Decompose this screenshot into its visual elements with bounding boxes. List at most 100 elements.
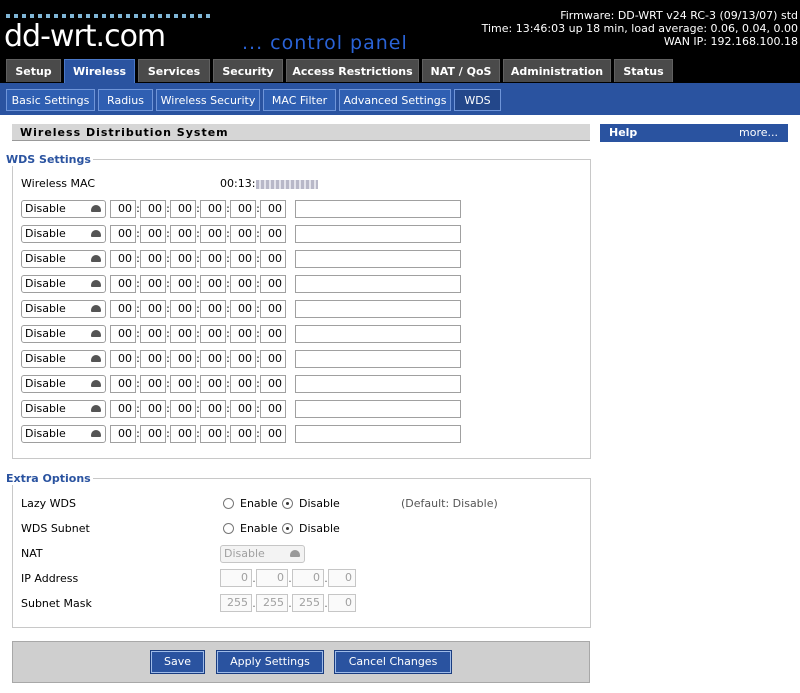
mask-octet-3[interactable]: 255 — [292, 594, 324, 612]
wds-mac-octet-input[interactable]: 00 — [110, 425, 136, 443]
wds-mac-octet-input[interactable]: 00 — [140, 200, 166, 218]
wds-mode-select[interactable]: Disable — [21, 400, 106, 418]
wds-mode-select[interactable]: Disable — [21, 275, 106, 293]
wds-mac-octet-input[interactable]: 00 — [110, 225, 136, 243]
wds-mac-octet-input[interactable]: 00 — [260, 300, 286, 318]
ip-octet-3[interactable]: 0 — [292, 569, 324, 587]
wds-mac-octet-input[interactable]: 00 — [260, 200, 286, 218]
wds-mac-octet-input[interactable]: 00 — [260, 350, 286, 368]
wds-mac-octet-input[interactable]: 00 — [110, 375, 136, 393]
wds-mac-octet-input[interactable]: 00 — [230, 325, 256, 343]
wds-mac-octet-input[interactable]: 00 — [140, 400, 166, 418]
wds-mac-octet-input[interactable]: 00 — [140, 375, 166, 393]
subtab-wds[interactable]: WDS — [454, 89, 501, 111]
wds-mac-octet-input[interactable]: 00 — [140, 275, 166, 293]
wds-mode-select[interactable]: Disable — [21, 375, 106, 393]
wds-mac-octet-input[interactable]: 00 — [110, 200, 136, 218]
tab-nat-qos[interactable]: NAT / QoS — [422, 59, 500, 82]
wds-description-input[interactable] — [295, 225, 461, 243]
wds-mode-select[interactable]: Disable — [21, 425, 106, 443]
wds-mac-octet-input[interactable]: 00 — [170, 350, 196, 368]
lazy-wds-enable-radio[interactable] — [223, 498, 234, 509]
wds-mac-octet-input[interactable]: 00 — [230, 425, 256, 443]
subtab-advanced-settings[interactable]: Advanced Settings — [339, 89, 451, 111]
cancel-changes-button[interactable]: Cancel Changes — [334, 650, 452, 674]
ip-octet-4[interactable]: 0 — [328, 569, 356, 587]
wds-description-input[interactable] — [295, 250, 461, 268]
wds-mac-octet-input[interactable]: 00 — [110, 300, 136, 318]
wds-mode-select[interactable]: Disable — [21, 350, 106, 368]
tab-setup[interactable]: Setup — [6, 59, 61, 82]
wds-mac-octet-input[interactable]: 00 — [230, 350, 256, 368]
wds-description-input[interactable] — [295, 400, 461, 418]
wds-mac-octet-input[interactable]: 00 — [230, 375, 256, 393]
wds-mac-octet-input[interactable]: 00 — [140, 225, 166, 243]
wds-mac-octet-input[interactable]: 00 — [200, 400, 226, 418]
wds-mac-octet-input[interactable]: 00 — [200, 425, 226, 443]
nat-select[interactable]: Disable — [220, 545, 305, 563]
wds-mac-octet-input[interactable]: 00 — [170, 325, 196, 343]
wds-description-input[interactable] — [295, 200, 461, 218]
wds-mac-octet-input[interactable]: 00 — [200, 250, 226, 268]
subtab-wireless-security[interactable]: Wireless Security — [156, 89, 260, 111]
wds-mac-octet-input[interactable]: 00 — [200, 350, 226, 368]
wds-mac-octet-input[interactable]: 00 — [170, 400, 196, 418]
wds-mac-octet-input[interactable]: 00 — [230, 200, 256, 218]
wds-mac-octet-input[interactable]: 00 — [260, 275, 286, 293]
wds-mac-octet-input[interactable]: 00 — [260, 425, 286, 443]
wds-description-input[interactable] — [295, 325, 461, 343]
wds-mode-select[interactable]: Disable — [21, 300, 106, 318]
mask-octet-1[interactable]: 255 — [220, 594, 252, 612]
wds-mac-octet-input[interactable]: 00 — [260, 250, 286, 268]
wds-subnet-enable-radio[interactable] — [223, 523, 234, 534]
wds-mac-octet-input[interactable]: 00 — [200, 225, 226, 243]
apply-settings-button[interactable]: Apply Settings — [216, 650, 324, 674]
wds-mode-select[interactable]: Disable — [21, 200, 106, 218]
subtab-radius[interactable]: Radius — [98, 89, 153, 111]
subtab-mac-filter[interactable]: MAC Filter — [263, 89, 336, 111]
wds-mac-octet-input[interactable]: 00 — [230, 225, 256, 243]
wds-description-input[interactable] — [295, 425, 461, 443]
wds-mac-octet-input[interactable]: 00 — [170, 225, 196, 243]
wds-mac-octet-input[interactable]: 00 — [170, 200, 196, 218]
wds-mode-select[interactable]: Disable — [21, 250, 106, 268]
wds-mac-octet-input[interactable]: 00 — [110, 250, 136, 268]
wds-mac-octet-input[interactable]: 00 — [230, 400, 256, 418]
wds-mac-octet-input[interactable]: 00 — [140, 250, 166, 268]
wds-mac-octet-input[interactable]: 00 — [110, 400, 136, 418]
wds-mode-select[interactable]: Disable — [21, 325, 106, 343]
wds-mac-octet-input[interactable]: 00 — [140, 300, 166, 318]
wds-mac-octet-input[interactable]: 00 — [260, 375, 286, 393]
wds-subnet-disable-radio[interactable] — [282, 523, 293, 534]
save-button[interactable]: Save — [150, 650, 205, 674]
wds-mac-octet-input[interactable]: 00 — [230, 275, 256, 293]
wds-mac-octet-input[interactable]: 00 — [170, 250, 196, 268]
tab-access-restrictions[interactable]: Access Restrictions — [286, 59, 419, 82]
mask-octet-2[interactable]: 255 — [256, 594, 288, 612]
wds-mac-octet-input[interactable]: 00 — [260, 400, 286, 418]
wds-mac-octet-input[interactable]: 00 — [170, 425, 196, 443]
wds-mac-octet-input[interactable]: 00 — [230, 300, 256, 318]
wds-mac-octet-input[interactable]: 00 — [200, 375, 226, 393]
tab-security[interactable]: Security — [213, 59, 283, 82]
ip-octet-2[interactable]: 0 — [256, 569, 288, 587]
lazy-wds-disable-radio[interactable] — [282, 498, 293, 509]
wds-mac-octet-input[interactable]: 00 — [140, 425, 166, 443]
tab-wireless[interactable]: Wireless — [64, 59, 135, 85]
wds-mac-octet-input[interactable]: 00 — [170, 375, 196, 393]
wds-mac-octet-input[interactable]: 00 — [110, 350, 136, 368]
wds-mac-octet-input[interactable]: 00 — [200, 275, 226, 293]
wds-mac-octet-input[interactable]: 00 — [140, 350, 166, 368]
wds-mac-octet-input[interactable]: 00 — [170, 300, 196, 318]
wds-mac-octet-input[interactable]: 00 — [260, 225, 286, 243]
wds-mac-octet-input[interactable]: 00 — [170, 275, 196, 293]
wds-description-input[interactable] — [295, 275, 461, 293]
wds-mac-octet-input[interactable]: 00 — [200, 325, 226, 343]
wds-mac-octet-input[interactable]: 00 — [110, 325, 136, 343]
subtab-basic-settings[interactable]: Basic Settings — [6, 89, 95, 111]
wds-mac-octet-input[interactable]: 00 — [140, 325, 166, 343]
tab-services[interactable]: Services — [138, 59, 210, 82]
wds-description-input[interactable] — [295, 300, 461, 318]
wds-mac-octet-input[interactable]: 00 — [260, 325, 286, 343]
tab-administration[interactable]: Administration — [503, 59, 611, 82]
